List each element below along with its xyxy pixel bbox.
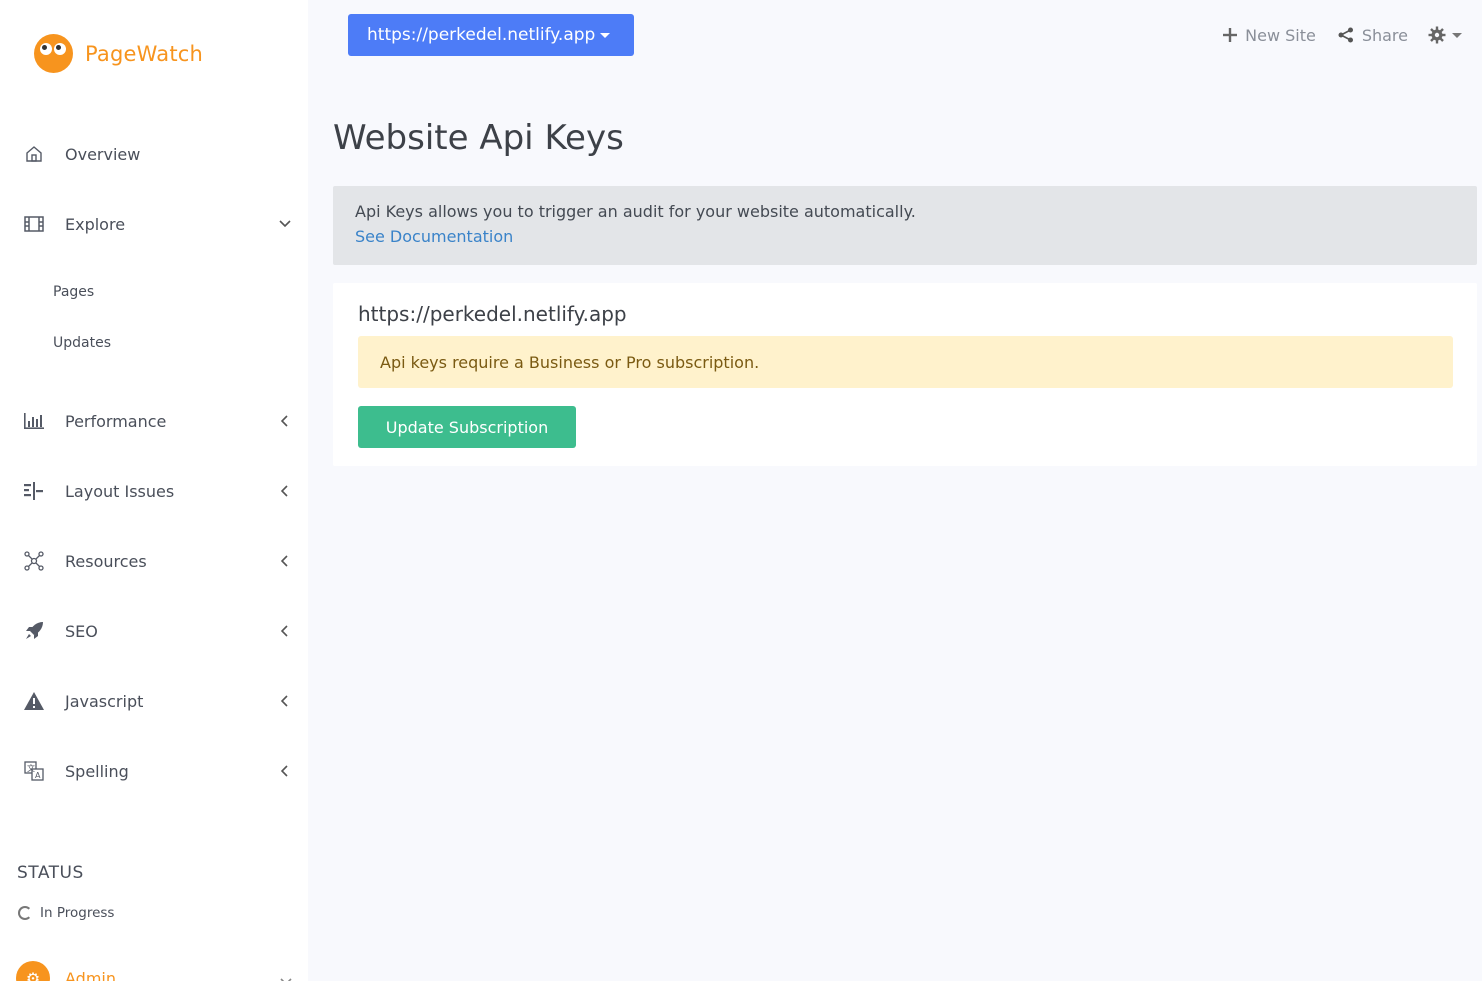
share-icon xyxy=(1338,27,1353,43)
card-site-title: https://perkedel.netlify.app xyxy=(358,302,627,326)
chevron-left-icon xyxy=(278,414,292,428)
rocket-icon xyxy=(22,619,46,643)
update-subscription-button[interactable]: Update Subscription xyxy=(358,406,576,448)
share-label: Share xyxy=(1361,25,1408,45)
documentation-link[interactable]: See Documentation xyxy=(355,227,513,246)
sidebar-item-explore[interactable]: Explore xyxy=(0,202,308,246)
info-callout: Api Keys allows you to trigger an audit … xyxy=(333,186,1477,265)
svg-text:A: A xyxy=(35,771,41,780)
sidebar-subitem-updates[interactable]: Updates xyxy=(53,335,111,351)
sidebar-item-spelling[interactable]: 文A Spelling xyxy=(0,749,308,793)
share-button[interactable]: Share xyxy=(1338,26,1408,45)
sidebar-item-label: Javascript xyxy=(65,691,144,711)
layout-icon xyxy=(22,479,46,503)
network-icon xyxy=(22,549,46,573)
chevron-left-icon xyxy=(278,764,292,778)
caret-down-icon xyxy=(1452,32,1462,38)
page-title: Website Api Keys xyxy=(333,118,624,158)
sidebar-item-label: Explore xyxy=(65,214,126,234)
caret-down-icon xyxy=(600,32,611,38)
status-indicator: In Progress xyxy=(18,905,114,921)
sidebar: PageWatch Overview Explore Pages Updates… xyxy=(0,0,308,981)
site-selector-dropdown[interactable]: https://perkedel.netlify.app xyxy=(348,14,634,56)
bar-chart-icon xyxy=(22,409,46,433)
translate-icon: 文A xyxy=(22,759,46,783)
chevron-down-icon xyxy=(278,217,292,231)
sidebar-item-performance[interactable]: Performance xyxy=(0,399,308,443)
site-selector-label: https://perkedel.netlify.app xyxy=(367,25,596,45)
status-text: In Progress xyxy=(40,905,115,921)
sidebar-item-javascript[interactable]: Javascript xyxy=(0,679,308,723)
brand-name: PageWatch xyxy=(85,41,204,66)
pagewatch-logo-icon xyxy=(34,34,73,73)
subscription-warning: Api keys require a Business or Pro subsc… xyxy=(358,336,1453,388)
top-actions: New Site Share xyxy=(1201,22,1462,48)
sidebar-item-overview[interactable]: Overview xyxy=(0,132,308,176)
gear-icon xyxy=(1428,26,1446,44)
sidebar-item-label: Resources xyxy=(65,551,147,571)
chevron-left-icon xyxy=(278,484,292,498)
new-site-label: New Site xyxy=(1245,25,1316,45)
chevron-left-icon xyxy=(278,694,292,708)
admin-label: Admin xyxy=(65,969,116,981)
sidebar-item-label: SEO xyxy=(65,621,98,641)
gear-icon: ⚙ xyxy=(16,961,50,981)
new-site-button[interactable]: New Site xyxy=(1223,26,1316,45)
sidebar-item-label: Layout Issues xyxy=(65,481,175,501)
sidebar-item-label: Overview xyxy=(65,144,141,164)
home-icon xyxy=(22,142,46,166)
sidebar-item-label: Spelling xyxy=(65,761,129,781)
sidebar-item-label: Performance xyxy=(65,411,167,431)
chevron-down-icon xyxy=(280,971,292,981)
status-title: STATUS xyxy=(17,863,84,883)
settings-dropdown[interactable] xyxy=(1428,26,1462,44)
api-keys-card: https://perkedel.netlify.app Api keys re… xyxy=(333,283,1477,466)
sidebar-item-admin[interactable]: ⚙ Admin xyxy=(16,961,306,981)
sidebar-subitem-pages[interactable]: Pages xyxy=(53,284,94,300)
film-icon xyxy=(22,212,46,236)
sidebar-item-layout-issues[interactable]: Layout Issues xyxy=(0,469,308,513)
chevron-left-icon xyxy=(278,554,292,568)
warning-icon xyxy=(22,689,46,713)
plus-icon xyxy=(1223,28,1238,42)
chevron-left-icon xyxy=(278,624,292,638)
sidebar-item-seo[interactable]: SEO xyxy=(0,609,308,653)
svg-text:文: 文 xyxy=(27,763,35,773)
warning-text: Api keys require a Business or Pro subsc… xyxy=(380,352,760,372)
spinner-icon xyxy=(18,906,32,920)
info-text: Api Keys allows you to trigger an audit … xyxy=(355,202,916,221)
sidebar-item-resources[interactable]: Resources xyxy=(0,539,308,583)
brand[interactable]: PageWatch xyxy=(34,34,203,73)
